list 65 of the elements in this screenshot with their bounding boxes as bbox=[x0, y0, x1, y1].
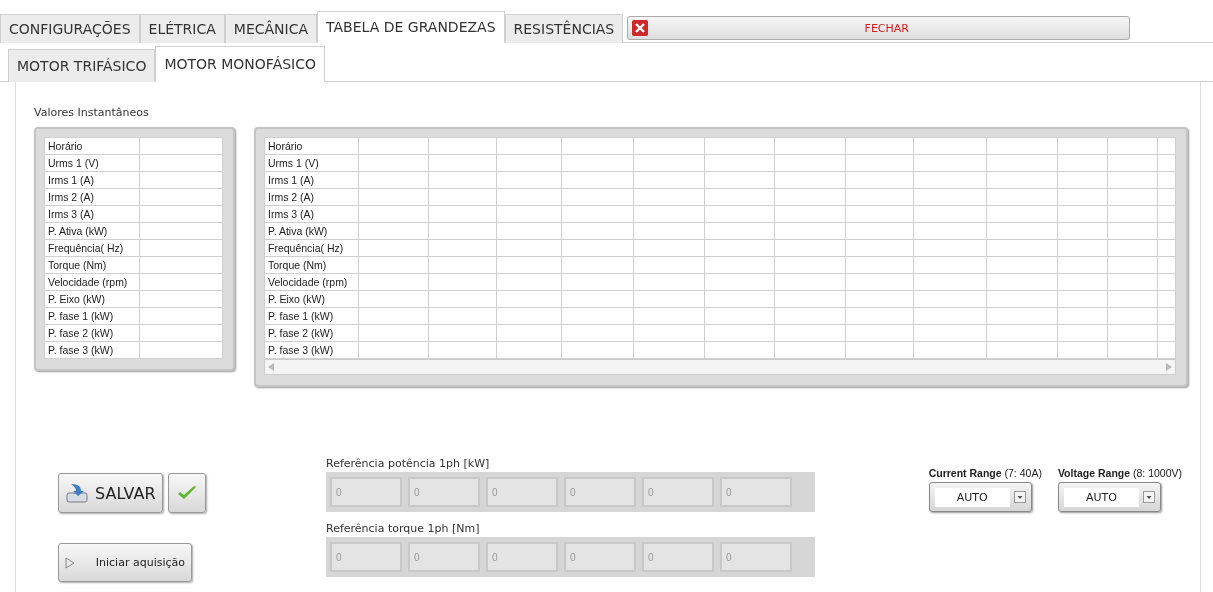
play-icon bbox=[65, 556, 75, 569]
input-field[interactable]: 0 bbox=[642, 477, 714, 507]
section-title: Valores Instantâneos bbox=[34, 106, 150, 121]
start-button[interactable]: Iniciar aquisição bbox=[58, 543, 192, 582]
checkmark-icon bbox=[176, 485, 197, 501]
tab[interactable]: ELÉTRICA bbox=[139, 14, 225, 43]
scroll-left-icon[interactable] bbox=[268, 363, 274, 371]
table-cell: P. fase 1 (kW) bbox=[264, 307, 359, 325]
table-cell: Horário bbox=[264, 137, 359, 155]
input-field[interactable]: 0 bbox=[564, 542, 636, 572]
save-button[interactable]: SALVAR bbox=[58, 473, 163, 513]
input-field[interactable]: 0 bbox=[486, 542, 558, 572]
table-cell: P. fase 2 (kW) bbox=[44, 324, 140, 342]
table-cell: Irms 3 (A) bbox=[264, 205, 359, 223]
input-field[interactable]: 0 bbox=[642, 542, 714, 572]
range-label: Current Range (7: 40A) bbox=[928, 467, 1042, 479]
input-field[interactable]: 0 bbox=[486, 477, 558, 507]
table-cell: Frequência( Hz) bbox=[264, 239, 359, 257]
table-cell: Velocidade (rpm) bbox=[44, 273, 140, 291]
close-button[interactable]: FECHAR bbox=[627, 16, 1131, 40]
table-cell: Torque (Nm) bbox=[44, 256, 140, 274]
input-field[interactable]: 0 bbox=[408, 542, 480, 572]
table-cell: P. Ativa (kW) bbox=[44, 222, 140, 240]
table-cell: Horário bbox=[44, 137, 140, 155]
caret-icon bbox=[1013, 491, 1026, 503]
input-field[interactable]: 0 bbox=[408, 477, 480, 507]
table-cell: P. fase 2 (kW) bbox=[264, 324, 359, 342]
table-cell: Frequência( Hz) bbox=[44, 239, 140, 257]
table-cell: P. fase 3 (kW) bbox=[44, 341, 140, 359]
tab[interactable]: CONFIGURAÇÕES bbox=[0, 14, 140, 43]
table-cell: Irms 3 (A) bbox=[44, 205, 140, 223]
table-cell: Irms 2 (A) bbox=[264, 188, 359, 206]
scrollbar[interactable] bbox=[264, 359, 1176, 375]
table-cell: P. fase 3 (kW) bbox=[264, 341, 359, 359]
range-dropdown[interactable]: AUTO bbox=[928, 482, 1032, 512]
drive-icon bbox=[65, 481, 89, 505]
table-cell: Urms 1 (V) bbox=[44, 154, 140, 172]
input-field[interactable]: 0 bbox=[720, 542, 792, 572]
field-label: Referência potência 1ph [kW] bbox=[326, 457, 491, 472]
tab[interactable]: MOTOR MONOFÁSICO bbox=[155, 46, 325, 82]
table-cell: Torque (Nm) bbox=[264, 256, 359, 274]
tab[interactable]: TABELA DE GRANDEZAS bbox=[317, 11, 505, 43]
table-cell: Irms 1 (A) bbox=[264, 171, 359, 189]
tab[interactable]: RESISTÊNCIAS bbox=[504, 14, 624, 43]
table-cell: P. Eixo (kW) bbox=[44, 290, 140, 308]
table-cell: Irms 1 (A) bbox=[44, 171, 140, 189]
field-label: Referência torque 1ph [Nm] bbox=[326, 522, 481, 537]
range-dropdown[interactable]: AUTO bbox=[1057, 482, 1161, 512]
range-label: Voltage Range (8: 1000V) bbox=[1057, 467, 1182, 479]
table-cell: P. Eixo (kW) bbox=[264, 290, 359, 308]
confirm-button[interactable] bbox=[167, 473, 206, 513]
table-cell: Irms 2 (A) bbox=[44, 188, 140, 206]
table-cell: Urms 1 (V) bbox=[264, 154, 359, 172]
table-cell: P. Ativa (kW) bbox=[264, 222, 359, 240]
input-field[interactable]: 0 bbox=[330, 542, 402, 572]
input-field[interactable]: 0 bbox=[330, 477, 402, 507]
scroll-right-icon[interactable] bbox=[1166, 363, 1172, 371]
table-cell: Velocidade (rpm) bbox=[264, 273, 359, 291]
table-cell: P. fase 1 (kW) bbox=[44, 307, 140, 325]
input-field[interactable]: 0 bbox=[720, 477, 792, 507]
input-field[interactable]: 0 bbox=[564, 477, 636, 507]
close-icon bbox=[632, 20, 649, 36]
tab[interactable]: MECÂNICA bbox=[224, 14, 318, 43]
caret-icon bbox=[1142, 491, 1155, 503]
tab[interactable]: MOTOR TRIFÁSICO bbox=[8, 49, 156, 82]
